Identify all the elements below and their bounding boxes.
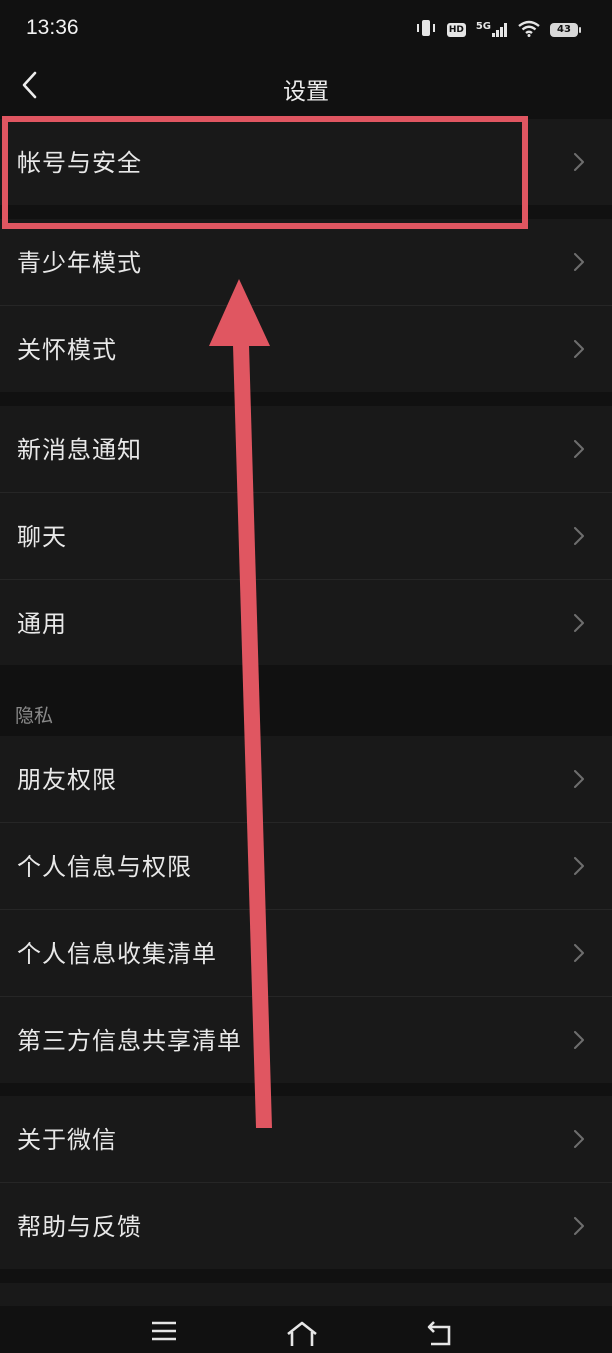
settings-row-notifications[interactable]: 新消息通知 xyxy=(0,406,612,493)
settings-section-account: 帐号与安全 xyxy=(0,119,612,205)
settings-row-personal-info-permissions[interactable]: 个人信息与权限 xyxy=(0,823,612,910)
chevron-right-icon xyxy=(574,527,584,545)
chevron-right-icon xyxy=(574,153,584,171)
settings-section-general: 新消息通知 聊天 通用 xyxy=(0,406,612,666)
settings-section-about: 关于微信 帮助与反馈 xyxy=(0,1096,612,1269)
settings-row-friend-permissions[interactable]: 朋友权限 xyxy=(0,736,612,823)
settings-section-privacy: 朋友权限 个人信息与权限 个人信息收集清单 第三方信息共享清单 xyxy=(0,736,612,1083)
row-label: 朋友权限 xyxy=(17,766,117,794)
page-title: 设置 xyxy=(283,79,329,105)
settings-row-help-feedback[interactable]: 帮助与反馈 xyxy=(0,1183,612,1269)
settings-row-account-security[interactable]: 帐号与安全 xyxy=(0,119,612,205)
settings-row-teen-mode[interactable]: 青少年模式 xyxy=(0,219,612,306)
chevron-right-icon xyxy=(574,944,584,962)
system-nav-bar xyxy=(0,1306,612,1353)
chevron-right-icon xyxy=(574,770,584,788)
row-label: 第三方信息共享清单 xyxy=(17,1027,242,1055)
back-icon xyxy=(425,1320,455,1350)
chevron-right-icon xyxy=(574,253,584,271)
settings-row-about-wechat[interactable]: 关于微信 xyxy=(0,1096,612,1183)
row-label: 关于微信 xyxy=(17,1126,117,1154)
row-label: 个人信息与权限 xyxy=(17,853,192,881)
row-label: 青少年模式 xyxy=(17,249,142,277)
vibrate-icon xyxy=(415,19,437,41)
row-label: 个人信息收集清单 xyxy=(17,940,217,968)
wifi-icon xyxy=(518,20,540,41)
nav-bar: 设置 xyxy=(0,60,612,114)
menu-icon xyxy=(150,1320,178,1346)
row-label: 通用 xyxy=(17,610,67,638)
settings-row-general[interactable]: 通用 xyxy=(0,580,612,666)
section-header-privacy: 隐私 xyxy=(0,665,612,735)
battery-icon: 43 xyxy=(550,23,581,37)
chevron-right-icon xyxy=(574,1217,584,1235)
status-time: 13:36 xyxy=(26,16,79,39)
home-button[interactable] xyxy=(282,1320,322,1350)
settings-section-modes: 青少年模式 关怀模式 xyxy=(0,219,612,392)
chevron-right-icon xyxy=(574,440,584,458)
chevron-right-icon xyxy=(574,340,584,358)
cellular-signal-icon: 5G xyxy=(475,21,508,37)
row-label: 帐号与安全 xyxy=(17,149,142,177)
network-type-label: 5G xyxy=(475,21,491,32)
status-bar: 13:36 HD 5G 43 xyxy=(0,0,612,60)
settings-row-third-party-sharing-list[interactable]: 第三方信息共享清单 xyxy=(0,997,612,1083)
settings-row-care-mode[interactable]: 关怀模式 xyxy=(0,306,612,392)
section-header-label: 隐私 xyxy=(15,705,54,727)
system-back-button[interactable] xyxy=(420,1320,460,1350)
settings-section-partial xyxy=(0,1283,612,1306)
settings-row-chat[interactable]: 聊天 xyxy=(0,493,612,580)
chevron-right-icon xyxy=(574,1130,584,1148)
chevron-right-icon xyxy=(574,1031,584,1049)
hd-icon: HD xyxy=(446,23,466,37)
row-label: 帮助与反馈 xyxy=(17,1213,142,1241)
chevron-right-icon xyxy=(574,857,584,875)
row-label: 关怀模式 xyxy=(17,336,117,364)
chevron-right-icon xyxy=(574,614,584,632)
settings-row-info-collection-list[interactable]: 个人信息收集清单 xyxy=(0,910,612,997)
home-icon xyxy=(285,1320,319,1350)
row-label: 聊天 xyxy=(17,523,67,551)
status-icons: HD 5G 43 xyxy=(415,18,581,42)
row-label: 新消息通知 xyxy=(17,436,142,464)
menu-button[interactable] xyxy=(144,1320,184,1350)
